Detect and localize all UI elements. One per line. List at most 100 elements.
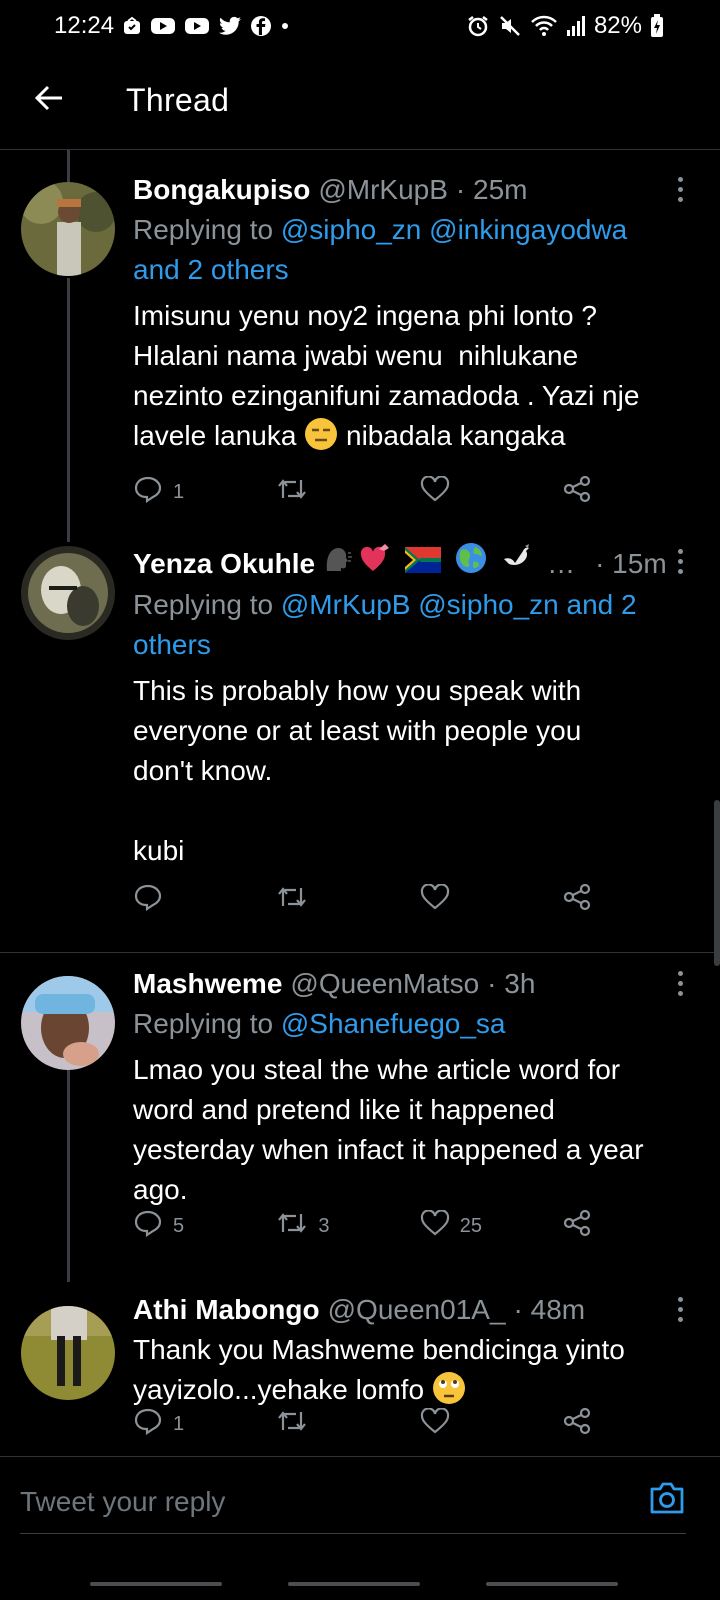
heart-icon — [420, 475, 450, 508]
user-name[interactable]: Yenza Okuhle — [133, 544, 315, 584]
avatar[interactable] — [21, 976, 115, 1070]
tweet-text-content: Thank you Mashweme bendicinga yinto yayi… — [133, 1334, 625, 1405]
battery-icon — [650, 14, 664, 38]
retweet-count: 3 — [318, 1214, 330, 1237]
tweet[interactable]: Yenza Okuhle … · 15m Replying to @MrKupB… — [0, 542, 720, 934]
retweet-icon — [276, 1210, 308, 1242]
status-time: 12:24 — [54, 12, 115, 39]
replying-link[interactable]: @Shanefuego_sa — [281, 1008, 506, 1039]
tweet-header: Mashweme @QueenMatso · 3h — [133, 964, 690, 1004]
replying-link[interactable]: others — [133, 629, 211, 660]
retweet-button[interactable] — [276, 1404, 419, 1444]
tweet-header: Athi Mabongo @Queen01A_ · 48m — [133, 1290, 690, 1330]
status-bar: 12:24 82% — [0, 0, 720, 52]
tweet-text: Thank you Mashweme bendicinga yinto yayi… — [133, 1330, 690, 1410]
comment-icon — [133, 475, 163, 509]
comment-icon — [133, 1407, 163, 1441]
avatar[interactable] — [21, 546, 115, 640]
system-nav-bar — [0, 1552, 720, 1600]
home-button[interactable] — [288, 1582, 420, 1586]
retweet-button[interactable] — [276, 472, 419, 512]
back-nav-button[interactable] — [486, 1582, 618, 1586]
share-button[interactable] — [563, 880, 603, 920]
tweet[interactable]: Bongakupiso @MrKupB · 25m Replying to @s… — [0, 170, 720, 540]
dove-emoji — [501, 543, 533, 584]
notification-icon — [122, 16, 142, 36]
tweet-time: · 15m — [595, 547, 667, 579]
tweet-actions — [133, 880, 603, 920]
like-button[interactable]: 25 — [420, 1206, 563, 1246]
like-button[interactable] — [420, 1404, 563, 1444]
user-name[interactable]: Mashweme — [133, 964, 282, 1004]
youtube-icon — [150, 16, 176, 36]
share-button[interactable] — [563, 1404, 603, 1444]
replying-link[interactable]: and 2 others — [133, 254, 289, 285]
share-icon — [563, 1209, 591, 1243]
share-icon — [563, 883, 591, 917]
recent-apps-button[interactable] — [90, 1582, 222, 1586]
more-options-button[interactable] — [670, 546, 690, 576]
comment-icon — [133, 883, 163, 917]
retweet-button[interactable]: 3 — [276, 1206, 419, 1246]
reply-bar — [0, 1456, 720, 1552]
like-button[interactable] — [420, 880, 563, 920]
scrollbar[interactable] — [714, 800, 720, 966]
heart-icon — [420, 1407, 450, 1440]
tweet[interactable]: Athi Mabongo @Queen01A_ · 48m Thank you … — [0, 1290, 720, 1460]
camera-icon — [648, 1482, 686, 1519]
replying-link[interactable]: @MrKupB @sipho_zn and 2 — [281, 589, 637, 620]
like-count: 25 — [459, 1214, 483, 1237]
reply-count: 1 — [173, 1412, 185, 1435]
tweet-body: Bongakupiso @MrKupB · 25m Replying to @s… — [133, 170, 690, 456]
tweet-time: · 3h — [487, 968, 536, 999]
more-options-button[interactable] — [670, 174, 690, 204]
comment-icon — [133, 1209, 163, 1243]
like-button[interactable] — [420, 472, 563, 512]
replying-link[interactable]: @sipho_zn @inkingayodwa — [281, 214, 627, 245]
replying-prefix: Replying to — [133, 214, 281, 245]
reply-button[interactable] — [133, 880, 276, 920]
tweet-header: Bongakupiso @MrKupB · 25m — [133, 170, 690, 210]
share-icon — [563, 475, 591, 509]
status-left: 12:24 — [54, 12, 290, 40]
tweet-text: Lmao you steal the whe article word for … — [133, 1054, 644, 1205]
reply-button[interactable]: 5 — [133, 1206, 276, 1246]
retweet-icon — [276, 1408, 308, 1440]
twitter-icon — [218, 16, 242, 36]
divider — [0, 952, 720, 953]
tweet[interactable]: Mashweme @QueenMatso · 3h Replying to @S… — [0, 964, 720, 1264]
battery-percent: 82% — [593, 12, 642, 39]
share-button[interactable] — [563, 1206, 603, 1246]
replying-prefix: Replying to — [133, 589, 281, 620]
avatar[interactable] — [21, 1306, 115, 1400]
share-button[interactable] — [563, 472, 603, 512]
camera-button[interactable] — [648, 1481, 686, 1517]
reply-count: 1 — [173, 480, 185, 503]
reply-input[interactable] — [20, 1475, 620, 1529]
tweet-time: · 25m — [455, 174, 528, 205]
arrow-left-icon — [34, 85, 64, 116]
retweet-button[interactable] — [276, 880, 419, 920]
replying-to: Replying to @Shanefuego_sa — [133, 1004, 690, 1044]
south-africa-flag-emoji — [405, 544, 442, 584]
reply-button[interactable]: 1 — [133, 1404, 276, 1444]
more-options-button[interactable] — [670, 968, 690, 998]
user-handle: @Queen01A_ — [327, 1294, 506, 1325]
avatar[interactable] — [21, 182, 115, 276]
heart-with-ribbon-emoji — [359, 543, 393, 584]
tweet-actions: 1 — [133, 1404, 603, 1444]
back-button[interactable] — [0, 52, 98, 150]
tweet-text-tail: nibadala kangaka — [338, 420, 566, 451]
facebook-icon — [250, 15, 272, 37]
app-bar: Thread — [0, 52, 720, 150]
youtube-icon — [184, 16, 210, 36]
user-name[interactable]: Athi Mabongo — [133, 1290, 320, 1330]
user-handle: … — [547, 547, 576, 579]
reply-button[interactable]: 1 — [133, 472, 276, 512]
tweet-body: Yenza Okuhle … · 15m Replying to @MrKupB… — [133, 542, 690, 871]
speaking-head-emoji — [323, 543, 353, 584]
reply-underline — [20, 1533, 686, 1534]
more-options-button[interactable] — [670, 1294, 690, 1324]
user-name[interactable]: Bongakupiso — [133, 170, 310, 210]
status-right: 82% — [466, 12, 664, 40]
